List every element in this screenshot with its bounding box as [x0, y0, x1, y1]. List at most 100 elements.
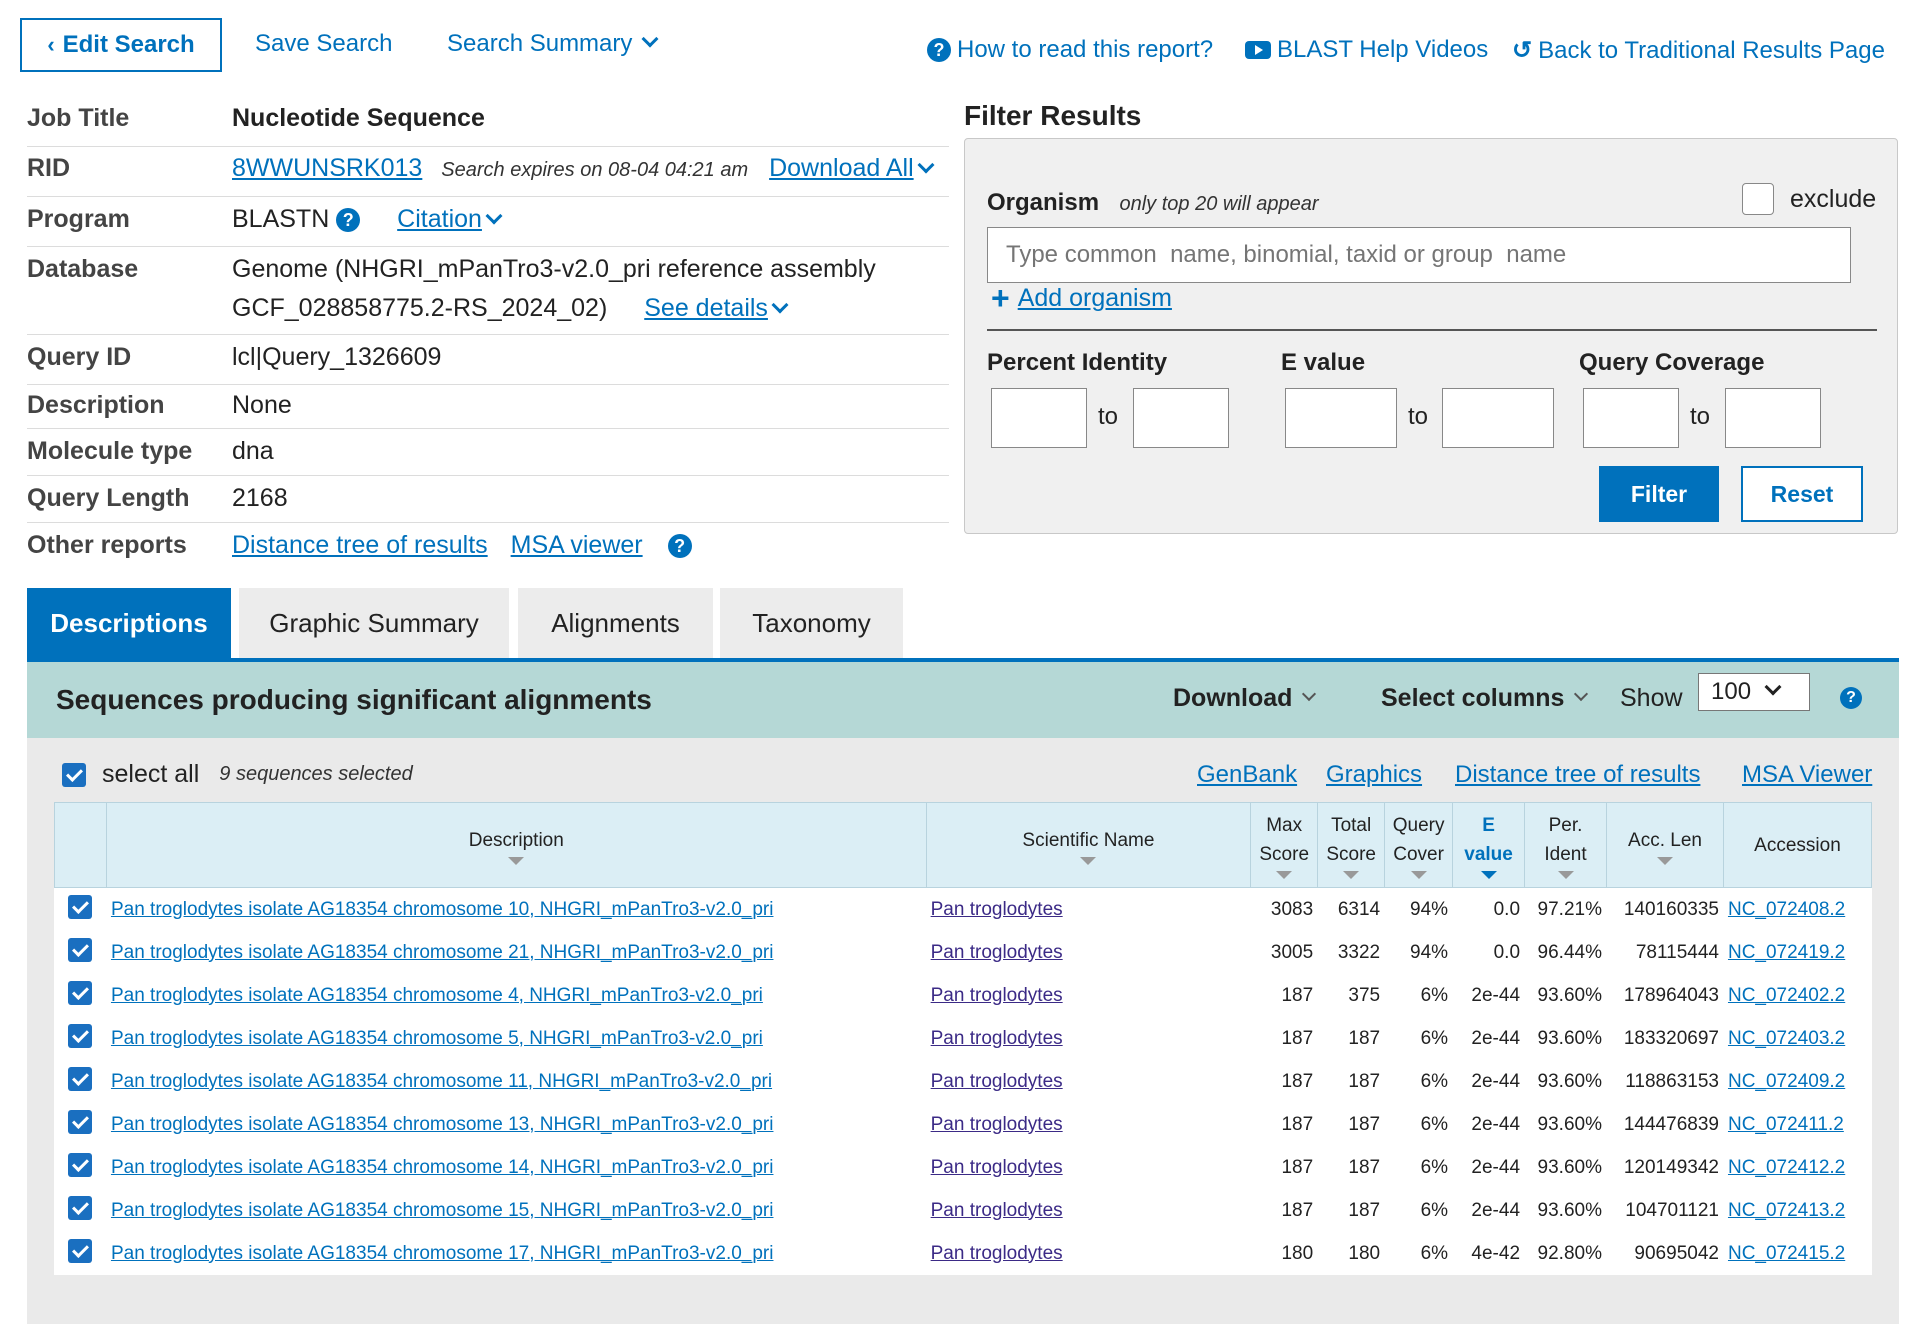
acc-len-column-header[interactable]: Acc. Len — [1606, 802, 1724, 888]
total-score-column-header[interactable]: Total Score — [1317, 802, 1386, 888]
total-score: 187 — [1317, 1146, 1385, 1189]
description-column-header[interactable]: Description — [105, 802, 927, 888]
accession-link[interactable]: NC_072408.2 — [1728, 899, 1845, 920]
expires-text: Search expires on 08-04 04:21 am — [441, 159, 749, 181]
accession-cell: NC_072419.2 — [1722, 931, 1872, 974]
organism-input[interactable] — [987, 227, 1851, 283]
scientific-name-link[interactable]: Pan troglodytes — [931, 942, 1063, 963]
accession-link[interactable]: NC_072409.2 — [1728, 1071, 1845, 1092]
download-all-dropdown[interactable]: Download All — [769, 154, 935, 182]
save-search-link[interactable]: Save Search — [255, 30, 392, 58]
scientific-name-link[interactable]: Pan troglodytes — [931, 1243, 1063, 1264]
row-checkbox[interactable] — [68, 1109, 93, 1134]
description-link[interactable]: Pan troglodytes isolate AG18354 chromoso… — [111, 1071, 772, 1092]
tab-graphic-summary[interactable]: Graphic Summary — [239, 588, 509, 658]
filter-button[interactable]: Filter — [1599, 466, 1719, 522]
accession-link[interactable]: NC_072403.2 — [1728, 1028, 1845, 1049]
row-checkbox[interactable] — [68, 894, 93, 919]
table-row: Pan troglodytes isolate AG18354 chromoso… — [54, 1103, 1872, 1146]
description-link[interactable]: Pan troglodytes isolate AG18354 chromoso… — [111, 942, 774, 963]
row-checkbox[interactable] — [68, 1195, 93, 1220]
query-coverage-min-input[interactable] — [1583, 388, 1679, 448]
tab-taxonomy[interactable]: Taxonomy — [720, 588, 903, 658]
table-header-row: Description Scientific Name Max Score Tot… — [54, 802, 1873, 888]
accession-link[interactable]: NC_072419.2 — [1728, 942, 1845, 963]
see-details-dropdown[interactable]: See details — [644, 294, 789, 322]
rid-link[interactable]: 8WWUNSRK013 — [232, 154, 422, 182]
genbank-link[interactable]: GenBank — [1197, 761, 1297, 789]
edit-search-button[interactable]: ‹ Edit Search — [20, 18, 222, 72]
accession-column-header[interactable]: Accession — [1722, 802, 1873, 888]
column-label: Total — [1331, 815, 1372, 836]
description-link[interactable]: Pan troglodytes isolate AG18354 chromoso… — [111, 899, 774, 920]
scientific-name-link[interactable]: Pan troglodytes — [931, 1157, 1063, 1178]
scientific-name-link[interactable]: Pan troglodytes — [931, 1114, 1063, 1135]
back-traditional-link[interactable]: ↺ Back to Traditional Results Page — [1512, 36, 1885, 65]
add-organism-link[interactable]: + Add organism — [991, 282, 1172, 314]
question-icon[interactable]: ? — [1840, 687, 1862, 709]
description-link[interactable]: Pan troglodytes isolate AG18354 chromoso… — [111, 1028, 763, 1049]
row-checkbox[interactable] — [68, 1066, 93, 1091]
row-checkbox[interactable] — [68, 1238, 93, 1263]
per-ident-column-header[interactable]: Per. Ident — [1524, 802, 1607, 888]
total-score: 187 — [1317, 1017, 1385, 1060]
percent-identity-max-input[interactable] — [1133, 388, 1229, 448]
description-link[interactable]: Pan troglodytes isolate AG18354 chromoso… — [111, 1157, 774, 1178]
tab-descriptions[interactable]: Descriptions — [27, 588, 231, 658]
percent-identity-min-input[interactable] — [991, 388, 1087, 448]
scientific-name-link[interactable]: Pan troglodytes — [931, 899, 1063, 920]
reset-button[interactable]: Reset — [1741, 466, 1863, 522]
graphics-link[interactable]: Graphics — [1326, 761, 1422, 789]
distance-tree-link[interactable]: Distance tree of results — [232, 531, 488, 559]
scientific-name-link[interactable]: Pan troglodytes — [931, 985, 1063, 1006]
download-dropdown[interactable]: Download — [1173, 684, 1317, 713]
row-checkbox[interactable] — [68, 1152, 93, 1177]
column-label: Cover — [1393, 844, 1444, 865]
citation-dropdown[interactable]: Citation — [397, 205, 503, 233]
distance-tree-link[interactable]: Distance tree of results — [1455, 761, 1700, 789]
query-cover-column-header[interactable]: Query Cover — [1384, 802, 1454, 888]
scientific-name-link[interactable]: Pan troglodytes — [931, 1200, 1063, 1221]
tab-alignments[interactable]: Alignments — [518, 588, 713, 658]
accession-link[interactable]: NC_072411.2 — [1728, 1114, 1844, 1135]
select-columns-dropdown[interactable]: Select columns — [1381, 684, 1589, 713]
how-to-read-link[interactable]: ? How to read this report? — [927, 36, 1213, 64]
accession-link[interactable]: NC_072413.2 — [1728, 1200, 1845, 1221]
query-cover: 6% — [1384, 1146, 1453, 1189]
exclude-checkbox[interactable] — [1742, 183, 1774, 215]
max-score: 187 — [1250, 1103, 1318, 1146]
help-videos-link[interactable]: BLAST Help Videos — [1245, 36, 1488, 64]
query-coverage-max-input[interactable] — [1725, 388, 1821, 448]
max-score-column-header[interactable]: Max Score — [1250, 802, 1319, 888]
show-count-select[interactable]: 100 — [1698, 673, 1810, 711]
back-traditional-label: Back to Traditional Results Page — [1538, 36, 1885, 64]
total-score: 375 — [1317, 974, 1385, 1017]
scientific-name-link[interactable]: Pan troglodytes — [931, 1028, 1063, 1049]
scientific-name-column-header[interactable]: Scientific Name — [925, 802, 1252, 888]
accession-link[interactable]: NC_072412.2 — [1728, 1157, 1845, 1178]
scientific-name-link[interactable]: Pan troglodytes — [931, 1071, 1063, 1092]
checkbox-column-header — [54, 802, 107, 888]
to-label: to — [1690, 403, 1711, 430]
description-link[interactable]: Pan troglodytes isolate AG18354 chromoso… — [111, 985, 763, 1006]
accession-cell: NC_072408.2 — [1722, 887, 1872, 931]
question-icon[interactable]: ? — [336, 208, 361, 233]
description-link[interactable]: Pan troglodytes isolate AG18354 chromoso… — [111, 1114, 774, 1135]
description-link[interactable]: Pan troglodytes isolate AG18354 chromoso… — [111, 1243, 774, 1264]
row-checkbox[interactable] — [68, 937, 93, 962]
accession-link[interactable]: NC_072402.2 — [1728, 985, 1845, 1006]
database-value-line2: GCF_028858775.2-RS_2024_02) — [232, 294, 608, 322]
accession-link[interactable]: NC_072415.2 — [1728, 1243, 1845, 1264]
search-summary-dropdown[interactable]: Search Summary — [447, 30, 659, 58]
row-checkbox[interactable] — [68, 1023, 93, 1048]
msa-viewer-link[interactable]: MSA viewer — [511, 531, 643, 559]
msa-viewer-link[interactable]: MSA Viewer — [1742, 761, 1872, 789]
e-value-column-header[interactable]: Evalue — [1452, 802, 1526, 888]
row-checkbox[interactable] — [68, 980, 93, 1005]
select-all-checkbox[interactable] — [62, 762, 86, 787]
scientific-name-cell: Pan troglodytes — [925, 974, 1251, 1017]
e-value-max-input[interactable] — [1442, 388, 1554, 448]
question-icon[interactable]: ? — [667, 534, 692, 559]
description-link[interactable]: Pan troglodytes isolate AG18354 chromoso… — [111, 1200, 774, 1221]
e-value-min-input[interactable] — [1285, 388, 1397, 448]
